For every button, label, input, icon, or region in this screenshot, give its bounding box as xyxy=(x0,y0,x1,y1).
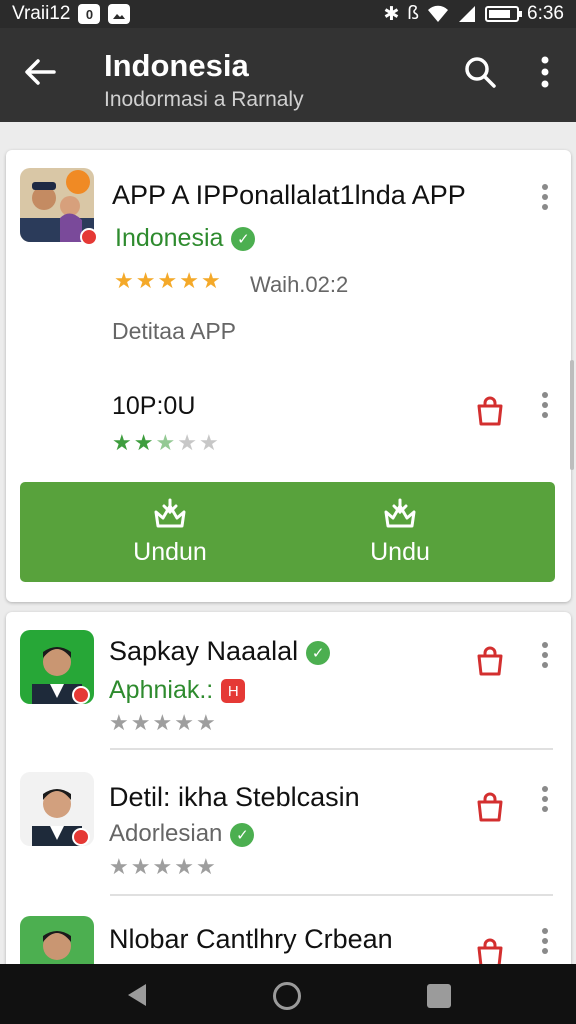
star-icon: ★ xyxy=(195,710,216,735)
featured-sub-rating-stars: ★ ★ ★ ★ ★ xyxy=(112,430,219,456)
featured-developer[interactable]: Indonesia ✓ xyxy=(115,224,256,253)
wifi-icon xyxy=(428,5,449,22)
list-item-overflow-icon[interactable] xyxy=(535,782,555,816)
nav-back-icon[interactable] xyxy=(124,982,150,1008)
featured-app-title[interactable]: APP A IPPonallalat1lnda APP xyxy=(112,180,466,211)
star-icon: ★ xyxy=(179,268,199,293)
shopping-bag-icon[interactable] xyxy=(475,646,505,676)
bluetooth-icon: ✱ xyxy=(383,3,400,25)
star-icon: ★ xyxy=(109,854,129,879)
search-icon[interactable] xyxy=(462,54,498,90)
list-avatar-badge-icon xyxy=(72,686,90,704)
notification-badge-icon: 0 xyxy=(78,4,101,24)
download-button-1-label: Undun xyxy=(133,538,207,566)
featured-rating-stars: ★ ★ ★ ★ ★ xyxy=(114,268,221,294)
system-nav-bar xyxy=(0,964,576,1024)
status-time: 6:36 xyxy=(527,3,564,24)
page-title: Indonesia xyxy=(104,48,249,83)
list-item-overflow-icon[interactable] xyxy=(535,638,555,672)
app-bar: Indonesia Inodormasi a Rarnaly xyxy=(0,28,576,122)
list-divider xyxy=(110,748,553,750)
app-list-card: Sapkay Naaalal ✓ Aphniak.: H ★ ★ ★ ★ ★ Detil: … xyxy=(6,612,571,990)
list-item-subtitle-text: Aphniak.: xyxy=(109,676,214,704)
featured-rating-label: Waih.02:2 xyxy=(250,272,349,297)
download-crown-icon xyxy=(154,498,186,528)
star-icon: ★ xyxy=(157,268,178,293)
list-item-subtitle: Adorlesian ✓ xyxy=(109,820,255,848)
star-icon: ★ xyxy=(135,268,156,293)
star-icon: ★ xyxy=(155,430,176,455)
star-icon: ★ xyxy=(174,710,194,735)
verified-check-icon: ✓ xyxy=(306,640,331,665)
star-icon: ★ xyxy=(177,430,197,455)
shopping-bag-icon[interactable] xyxy=(475,396,505,426)
star-icon: ★ xyxy=(174,854,194,879)
list-item-stars: ★ ★ ★ ★ ★ xyxy=(109,710,216,736)
list-divider xyxy=(110,894,553,896)
vibrate-icon: ß xyxy=(407,3,420,24)
featured-app-card[interactable]: APP A IPPonallalat1lnda APP Indonesia ✓ ★… xyxy=(6,150,571,602)
image-notification-icon xyxy=(108,4,131,24)
featured-description: Detitaa APP xyxy=(112,318,237,344)
star-icon: ★ xyxy=(130,854,151,879)
back-arrow-icon[interactable] xyxy=(22,54,58,90)
list-item-stars: ★ ★ ★ ★ ★ xyxy=(109,854,216,880)
download-button-bar: Undun Undu xyxy=(20,482,555,582)
download-button-2-label: Undu xyxy=(370,538,430,566)
star-icon: ★ xyxy=(130,710,151,735)
list-item-subtitle: Aphniak.: H xyxy=(109,676,246,705)
star-icon: ★ xyxy=(152,710,173,735)
list-item-overflow-icon[interactable] xyxy=(535,924,555,958)
list-avatar-badge-icon xyxy=(72,828,90,846)
featured-price: 10P:0U xyxy=(112,392,196,420)
star-icon: ★ xyxy=(112,430,132,455)
download-crown-icon xyxy=(384,498,416,528)
download-button-1[interactable]: Undun xyxy=(60,482,280,582)
download-button-2[interactable]: Undu xyxy=(290,482,510,582)
star-icon: ★ xyxy=(152,854,173,879)
featured-overflow-menu-icon[interactable] xyxy=(535,180,555,214)
star-icon: ★ xyxy=(198,430,219,455)
featured-avatar-badge-icon xyxy=(80,228,98,246)
shopping-bag-icon[interactable] xyxy=(475,792,505,822)
scrollbar[interactable] xyxy=(570,360,574,470)
signal-icon xyxy=(459,6,476,22)
status-left: Vraii12 0 xyxy=(12,3,131,25)
list-item-subtitle-text: Adorlesian xyxy=(109,820,223,847)
status-right: ✱ ß 6:36 xyxy=(383,3,564,26)
battery-level xyxy=(489,10,510,18)
list-item-title-text: Sapkay Naaalal xyxy=(109,636,299,666)
status-carrier-text: Vraii12 xyxy=(12,3,71,24)
more-vert-icon[interactable] xyxy=(530,54,560,90)
featured-item-overflow-icon[interactable] xyxy=(535,388,555,422)
badge-icon: H xyxy=(221,679,246,704)
star-icon: ★ xyxy=(195,854,216,879)
list-item-title[interactable]: Detil: ikha Steblcasin xyxy=(109,782,360,813)
nav-recents-icon[interactable] xyxy=(427,984,451,1008)
list-item-title[interactable]: Sapkay Naaalal ✓ xyxy=(109,636,331,667)
list-item-title[interactable]: Nlobar Cantlhry Crbean xyxy=(109,924,393,955)
star-icon: ★ xyxy=(200,268,221,293)
status-bar: Vraii12 0 ✱ ß 6:36 xyxy=(0,0,576,28)
verified-check-icon: ✓ xyxy=(231,227,256,252)
verified-check-icon: ✓ xyxy=(230,822,255,847)
battery-icon xyxy=(485,6,523,22)
star-icon: ★ xyxy=(114,268,134,293)
star-icon: ★ xyxy=(133,430,154,455)
featured-developer-name: Indonesia xyxy=(115,224,224,252)
nav-home-icon[interactable] xyxy=(273,982,301,1010)
page-subtitle: Inodormasi a Rarnaly xyxy=(104,88,304,111)
star-icon: ★ xyxy=(109,710,129,735)
